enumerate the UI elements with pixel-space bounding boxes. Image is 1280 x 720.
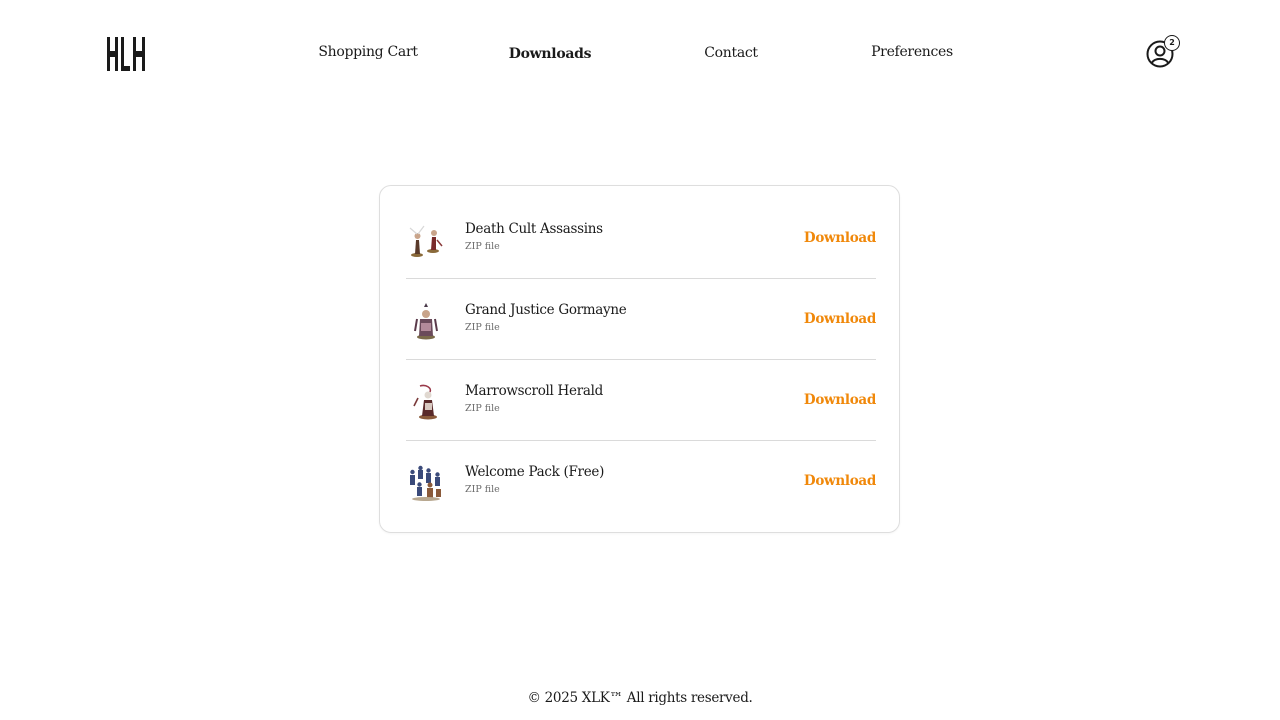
footer-copyright: © 2025 XLK™ All rights reserved. (527, 690, 753, 706)
notification-badge: 2 (1164, 35, 1180, 51)
download-button[interactable]: Download (804, 392, 876, 408)
download-button[interactable]: Download (804, 311, 876, 327)
download-button[interactable]: Download (804, 473, 876, 489)
item-name: Marrowscroll Herald (465, 383, 603, 399)
logo[interactable] (107, 37, 145, 71)
item-name: Death Cult Assassins (465, 221, 603, 237)
miniature-single-thumbnail (413, 384, 437, 420)
download-item: Welcome Pack (Free) ZIP file Download (406, 441, 876, 522)
xlk-logo-mark (107, 37, 145, 71)
download-item: Grand Justice Gormayne ZIP file Download (406, 279, 876, 360)
download-button[interactable]: Download (804, 230, 876, 246)
item-type: ZIP file (465, 484, 500, 495)
account-button[interactable]: 2 (1146, 35, 1182, 69)
item-name: Welcome Pack (Free) (465, 464, 605, 480)
nav-preferences[interactable]: Preferences (871, 44, 953, 60)
item-type: ZIP file (465, 241, 500, 252)
downloads-card: Death Cult Assassins ZIP file Download G… (379, 185, 900, 533)
item-type: ZIP file (465, 322, 500, 333)
item-type: ZIP file (465, 403, 500, 414)
download-item: Marrowscroll Herald ZIP file Download (406, 360, 876, 441)
download-item: Death Cult Assassins ZIP file Download (406, 198, 876, 279)
miniature-group-thumbnail (410, 465, 441, 501)
item-name: Grand Justice Gormayne (465, 302, 627, 318)
miniature-single-thumbnail (414, 303, 438, 340)
nav-shopping-cart[interactable]: Shopping Cart (318, 44, 418, 60)
nav-contact[interactable]: Contact (704, 45, 758, 61)
nav-downloads[interactable]: Downloads (509, 46, 592, 62)
miniature-pair-thumbnail (409, 225, 443, 257)
